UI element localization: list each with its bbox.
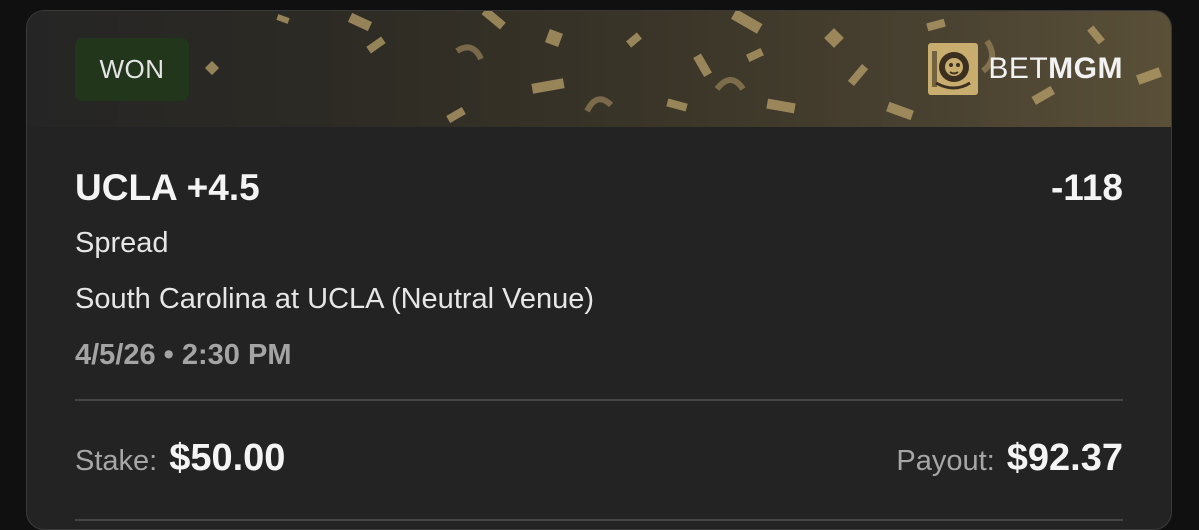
status-badge: WON [75,38,189,101]
brand-name: BETMGM [988,52,1123,86]
market-type: Spread [75,227,169,259]
payout-value: $92.37 [1006,437,1123,479]
payout-label: Payout: [896,445,995,477]
totals-row: Stake: $50.00 Payout: $92.37 [75,437,1123,487]
divider [75,399,1123,401]
selection-row: UCLA +4.5 -118 [75,167,1123,211]
event-name: South Carolina at UCLA (Neutral Venue) [75,283,595,315]
stake-value: $50.00 [169,437,286,479]
payout: Payout: $92.37 [896,437,1123,480]
bet-card[interactable]: WON BETMGM UCLA +4.5 -118 Spread South C… [26,10,1172,530]
bet-odds: -118 [1050,167,1123,208]
stake-label: Stake: [75,445,158,477]
brand-logo: BETMGM [928,43,1123,95]
stake: Stake: $50.00 [75,437,285,480]
brand-name-light: BET [988,52,1049,85]
divider-bottom [75,519,1123,521]
result-banner: WON BETMGM [27,11,1171,127]
bet-selection: UCLA +4.5 [75,167,260,208]
event-datetime: 4/5/26 • 2:30 PM [75,339,292,371]
brand-name-bold: MGM [1048,52,1123,85]
lion-icon [928,43,979,95]
